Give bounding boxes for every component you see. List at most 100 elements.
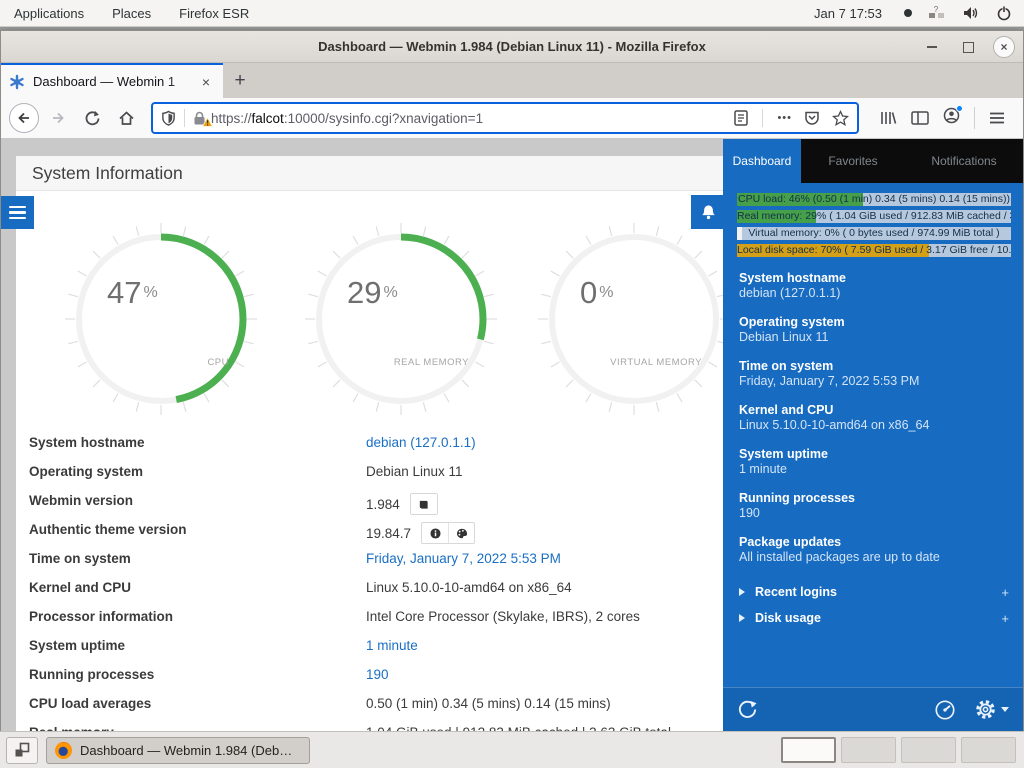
urlbar-actions: ••• [734,109,849,127]
resource-bars: CPU load: 46% (0.50 (1 min) 0.34 (5 mins… [723,183,1023,257]
show-desktop-button[interactable] [6,737,38,764]
taskbar-firefox-task[interactable]: Dashboard — Webmin 1.984 (Deb… [46,737,310,764]
expand-plus-icon[interactable]: + [1001,585,1009,600]
workspace-2[interactable] [841,737,896,763]
url-path: :10000/sysinfo.cgi?xnavigation=1 [284,111,483,126]
list-item: System hostnamedebian (127.0.1.1) [739,271,1009,301]
row-label: Authentic theme version [29,522,187,537]
gauge-cpu: 47% CPU [61,219,261,419]
webmin-content: System Information 47% CPU [1,139,725,731]
menu-places[interactable]: Places [98,0,165,26]
disk-usage-toggle[interactable]: Disk usage + [739,605,1009,631]
app-menu-icon[interactable] [989,111,1005,125]
uptime-link[interactable]: 1 minute [366,638,418,653]
page-actions-icon[interactable]: ••• [777,112,792,124]
list-item: Time on systemFriday, January 7, 2022 5:… [739,359,1009,389]
page-header: System Information [16,156,725,191]
menu-applications[interactable]: Applications [0,0,98,26]
webmin-sidebar: Dashboard Favorites Notifications CPU lo… [723,139,1023,731]
expand-plus-icon[interactable]: + [1001,611,1009,626]
power-icon[interactable] [996,5,1012,21]
tab-close-icon[interactable]: × [197,74,215,90]
table-row: Real memory 1.04 GiB used | 912.83 MiB c… [1,721,725,731]
row-value: Intel Core Processor (Skylake, IBRS), 2 … [366,609,640,624]
speedometer-icon[interactable] [934,699,956,721]
tab-notifications[interactable]: Notifications [905,139,1023,183]
clock[interactable]: Jan 7 17:53 [814,6,882,21]
sidebar-tabs: Dashboard Favorites Notifications [723,139,1023,183]
url-text[interactable]: https://falcot:10000/sysinfo.cgi?xnaviga… [211,111,726,126]
url-host: falcot [252,111,284,126]
processes-link[interactable]: 190 [366,667,389,682]
back-button[interactable] [9,103,39,133]
bell-icon [700,204,717,221]
theme-palette-button[interactable] [448,523,474,543]
table-row: Authentic theme version 19.84.7 [1,518,725,547]
new-tab-button[interactable]: + [223,63,257,98]
row-label: Webmin version [29,493,133,508]
close-window-button[interactable]: × [993,36,1015,58]
minimize-button[interactable] [921,36,943,58]
settings-menu-button[interactable] [974,698,1009,721]
refresh-icon[interactable] [737,699,758,720]
theme-info-button[interactable] [422,523,448,543]
row-value: Linux 5.10.0-10-amd64 on x86_64 [366,580,572,595]
table-row: CPU load averages 0.50 (1 min) 0.34 (5 m… [1,692,725,721]
workspace-3[interactable] [901,737,956,763]
gauge-virtual-memory-label: VIRTUAL MEMORY [610,357,702,368]
gauge-cpu-value: 47% [107,275,158,311]
firefox-icon [55,742,72,759]
library-icon[interactable] [879,110,897,126]
record-dot-icon[interactable] [904,9,912,17]
connection-lock-icon[interactable] [193,110,211,126]
recent-logins-toggle[interactable]: Recent logins + [739,579,1009,605]
pocket-icon[interactable] [804,110,820,126]
tab-title: Dashboard — Webmin 1 [33,74,183,89]
caret-down-icon [1001,707,1009,712]
hamburger-icon [9,203,26,223]
hostname-link[interactable]: debian (127.0.1.1) [366,435,476,450]
webmin-changelog-button[interactable] [411,494,437,514]
tab-dashboard[interactable]: Dashboard — Webmin 1 × [1,63,223,98]
menu-toggle-button[interactable] [1,196,34,229]
gauge-real-memory: 29% REAL MEMORY [301,219,501,419]
row-label: Kernel and CPU [29,580,131,595]
forward-button[interactable] [43,103,73,133]
account-icon[interactable] [943,107,960,129]
home-button[interactable] [111,103,141,133]
table-row: Time on system Friday, January 7, 2022 5… [1,547,725,576]
time-link[interactable]: Friday, January 7, 2022 5:53 PM [366,551,561,566]
network-question-icon[interactable]: ? [928,5,946,21]
warning-triangle-icon [202,117,213,127]
table-row: Processor information Intel Core Process… [1,605,725,634]
gauge-real-memory-label: REAL MEMORY [394,357,469,368]
table-row: Kernel and CPU Linux 5.10.0-10-amd64 on … [1,576,725,605]
row-value: Debian Linux 11 [366,464,463,479]
webmin-favicon [9,74,25,90]
workspace-1[interactable] [781,737,836,763]
list-item: Operating systemDebian Linux 11 [739,315,1009,345]
volume-icon[interactable] [962,5,980,21]
close-icon: × [1000,41,1007,53]
row-value: 19.84.7 [366,526,411,541]
menu-applications-label: Applications [14,6,84,21]
reload-button[interactable] [77,103,107,133]
workspace-switcher [781,737,1016,763]
gnome-topbar: Applications Places Firefox ESR Jan 7 17… [0,0,1024,27]
maximize-button[interactable] [957,36,979,58]
tab-dashboard-side[interactable]: Dashboard [723,139,801,183]
firefox-window: Dashboard — Webmin 1.984 (Debian Linux 1… [0,30,1024,731]
window-titlebar[interactable]: Dashboard — Webmin 1.984 (Debian Linux 1… [1,31,1023,63]
reader-mode-icon[interactable] [734,110,748,126]
workspace-4[interactable] [961,737,1016,763]
menu-firefox-esr[interactable]: Firefox ESR [165,0,263,26]
bookmark-star-icon[interactable] [832,110,849,126]
url-scheme: https:// [211,111,252,126]
windows-overview-icon [14,742,30,758]
tracking-shield-icon[interactable] [161,110,176,126]
list-item: Kernel and CPULinux 5.10.0-10-amd64 on x… [739,403,1009,433]
tab-title-fade [169,65,195,98]
sidebar-toggle-icon[interactable] [911,110,929,126]
url-bar[interactable]: https://falcot:10000/sysinfo.cgi?xnaviga… [151,102,859,134]
tab-favorites[interactable]: Favorites [801,139,905,183]
